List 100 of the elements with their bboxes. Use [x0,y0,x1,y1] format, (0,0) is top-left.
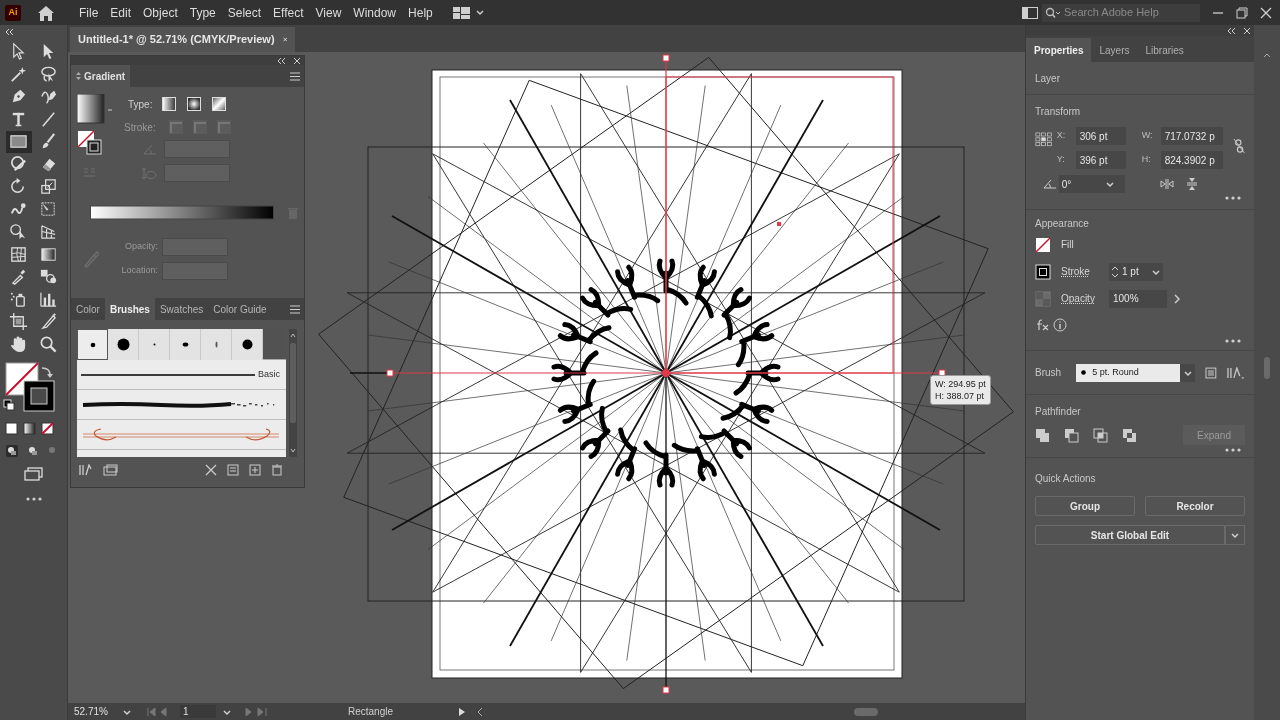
artboard-number-field[interactable]: 1 [180,705,216,718]
more-options-icon[interactable] [1224,195,1242,201]
caret-icon [1151,267,1161,276]
vertical-scroll-thumb[interactable] [1264,357,1270,379]
x-label: X: [1056,129,1067,143]
flip-horizontal-icon[interactable] [1159,178,1174,190]
close-icon[interactable] [294,57,300,64]
expand-icon [76,72,81,80]
caret-icon[interactable] [222,707,232,716]
close-icon[interactable] [1260,6,1272,19]
stroke-gradient-icon [216,119,232,135]
collapse-icon[interactable] [1228,27,1236,34]
input-field[interactable]: 396 pt [1075,151,1126,169]
linear-gradient-icon[interactable] [161,96,178,112]
stroke-gradient-icon [168,119,184,135]
zoom-dropdown[interactable]: 52.71% [74,704,136,719]
scroll-left-icon[interactable] [476,706,484,717]
transparency-swatch-icon[interactable] [1035,290,1051,307]
selection-bounding-box[interactable] [386,54,946,694]
minus-front-icon[interactable] [1064,427,1079,443]
menu-item[interactable]: Window [347,1,403,24]
remove-stroke-icon[interactable] [205,464,217,476]
panel-toggle-icon[interactable] [1022,6,1038,19]
unlinked-chain-icon[interactable] [1232,137,1245,155]
home-icon[interactable] [36,3,56,22]
new-brush-icon[interactable] [249,464,261,476]
y-label: Y: [1056,153,1066,167]
search-field[interactable]: Search Adobe Help [1042,3,1200,22]
start-global-edit-button[interactable]: Start Global Edit [1035,525,1225,545]
menu-item[interactable]: Type [183,1,222,24]
current-tool-label: Rectangle [348,705,395,719]
quick-action-button[interactable]: Group [1035,496,1135,516]
close-icon[interactable] [1244,27,1250,34]
info-icon[interactable] [1053,318,1067,332]
collapse-icon[interactable] [278,57,286,64]
panel-tab[interactable]: Swatches [154,298,209,320]
brush-libraries-icon[interactable] [1227,366,1245,379]
panel-tab[interactable]: Color [71,298,105,320]
chevron-right-icon[interactable] [1173,293,1181,304]
panel-tab[interactable]: Properties [1026,38,1092,62]
panel-tab[interactable]: Libraries [1137,38,1192,62]
close-tab-icon[interactable] [282,35,287,44]
horizontal-scroll-thumb[interactable] [854,707,878,716]
menu-item[interactable]: Select [221,1,268,24]
brush-libraries-icon[interactable] [79,464,93,476]
more-options-icon[interactable] [1224,338,1242,344]
input-field[interactable]: 824.3902 p [1160,151,1223,169]
input-field[interactable]: 717.0732 p [1160,127,1223,145]
trash-icon[interactable] [271,464,283,476]
zoom-level: 52.71% [74,705,108,719]
fill-stroke-icon[interactable] [77,130,103,156]
screen-mode-icon[interactable] [22,467,45,481]
radial-gradient-icon[interactable] [186,96,203,112]
intersect-icon[interactable] [1093,427,1108,443]
exclude-icon[interactable] [1122,427,1137,443]
gradient-swatch-icon[interactable] [77,94,113,124]
effects-icon[interactable] [1035,319,1049,331]
input-field[interactable]: 306 pt [1075,127,1126,145]
document-tab[interactable]: Untitled-1* @ 52.71% (CMYK/Preview) [70,27,295,52]
angle-dropdown[interactable]: 0° [1058,175,1125,193]
panel-tab[interactable]: Brushes [104,298,155,320]
menu-item[interactable]: Help [402,1,439,24]
opacity-label: Opacity: [124,240,158,254]
brush-tip-swatch[interactable] [77,329,108,360]
reference-point-icon[interactable] [1035,131,1053,149]
menu-item[interactable]: File [73,1,105,24]
stroke-gradient-icon [192,119,208,135]
flip-vertical-icon[interactable] [1185,177,1198,191]
menu-item[interactable]: Object [137,1,184,24]
stroke-weight-field[interactable]: 1 pt [1109,262,1163,281]
search-icon [1045,6,1061,19]
menu-icon[interactable] [290,72,300,81]
menu-item[interactable]: View [309,1,348,24]
stroke-swatch-icon[interactable] [1035,263,1051,280]
more-options-icon[interactable] [1224,447,1242,453]
scroll-up-icon[interactable] [1262,51,1272,59]
panel-tab[interactable]: Layers [1091,38,1138,62]
restore-icon[interactable] [1236,6,1248,19]
options-icon[interactable] [227,464,239,476]
menu-icon[interactable] [290,305,300,314]
panel-tab[interactable]: Gradient [71,65,131,87]
opacity-field[interactable]: 100% [1109,289,1167,308]
caret-icon [1104,180,1115,188]
menu-item[interactable]: Edit [104,1,138,24]
library-panel-icon[interactable] [103,464,119,476]
scrollbar[interactable] [288,329,298,457]
menu-item[interactable]: Effect [267,1,310,24]
more-tools-icon[interactable] [24,496,43,502]
quick-action-button[interactable]: Recolor [1145,496,1245,516]
opacity-link[interactable]: Opacity [1061,291,1099,306]
unite-icon[interactable] [1035,427,1050,443]
collapse-icon[interactable] [5,28,15,36]
brush-dot-icon [181,342,189,347]
play-icon[interactable] [458,706,466,717]
panel-tab[interactable]: Color Guide [208,298,272,320]
brush-options-icon[interactable] [1205,366,1218,379]
brush-dropdown[interactable]: 5 pt. Round [1076,363,1180,382]
fill-swatch-icon[interactable] [1035,236,1051,253]
freeform-gradient-icon[interactable] [211,96,228,112]
stroke-link[interactable]: Stroke [1061,264,1099,279]
